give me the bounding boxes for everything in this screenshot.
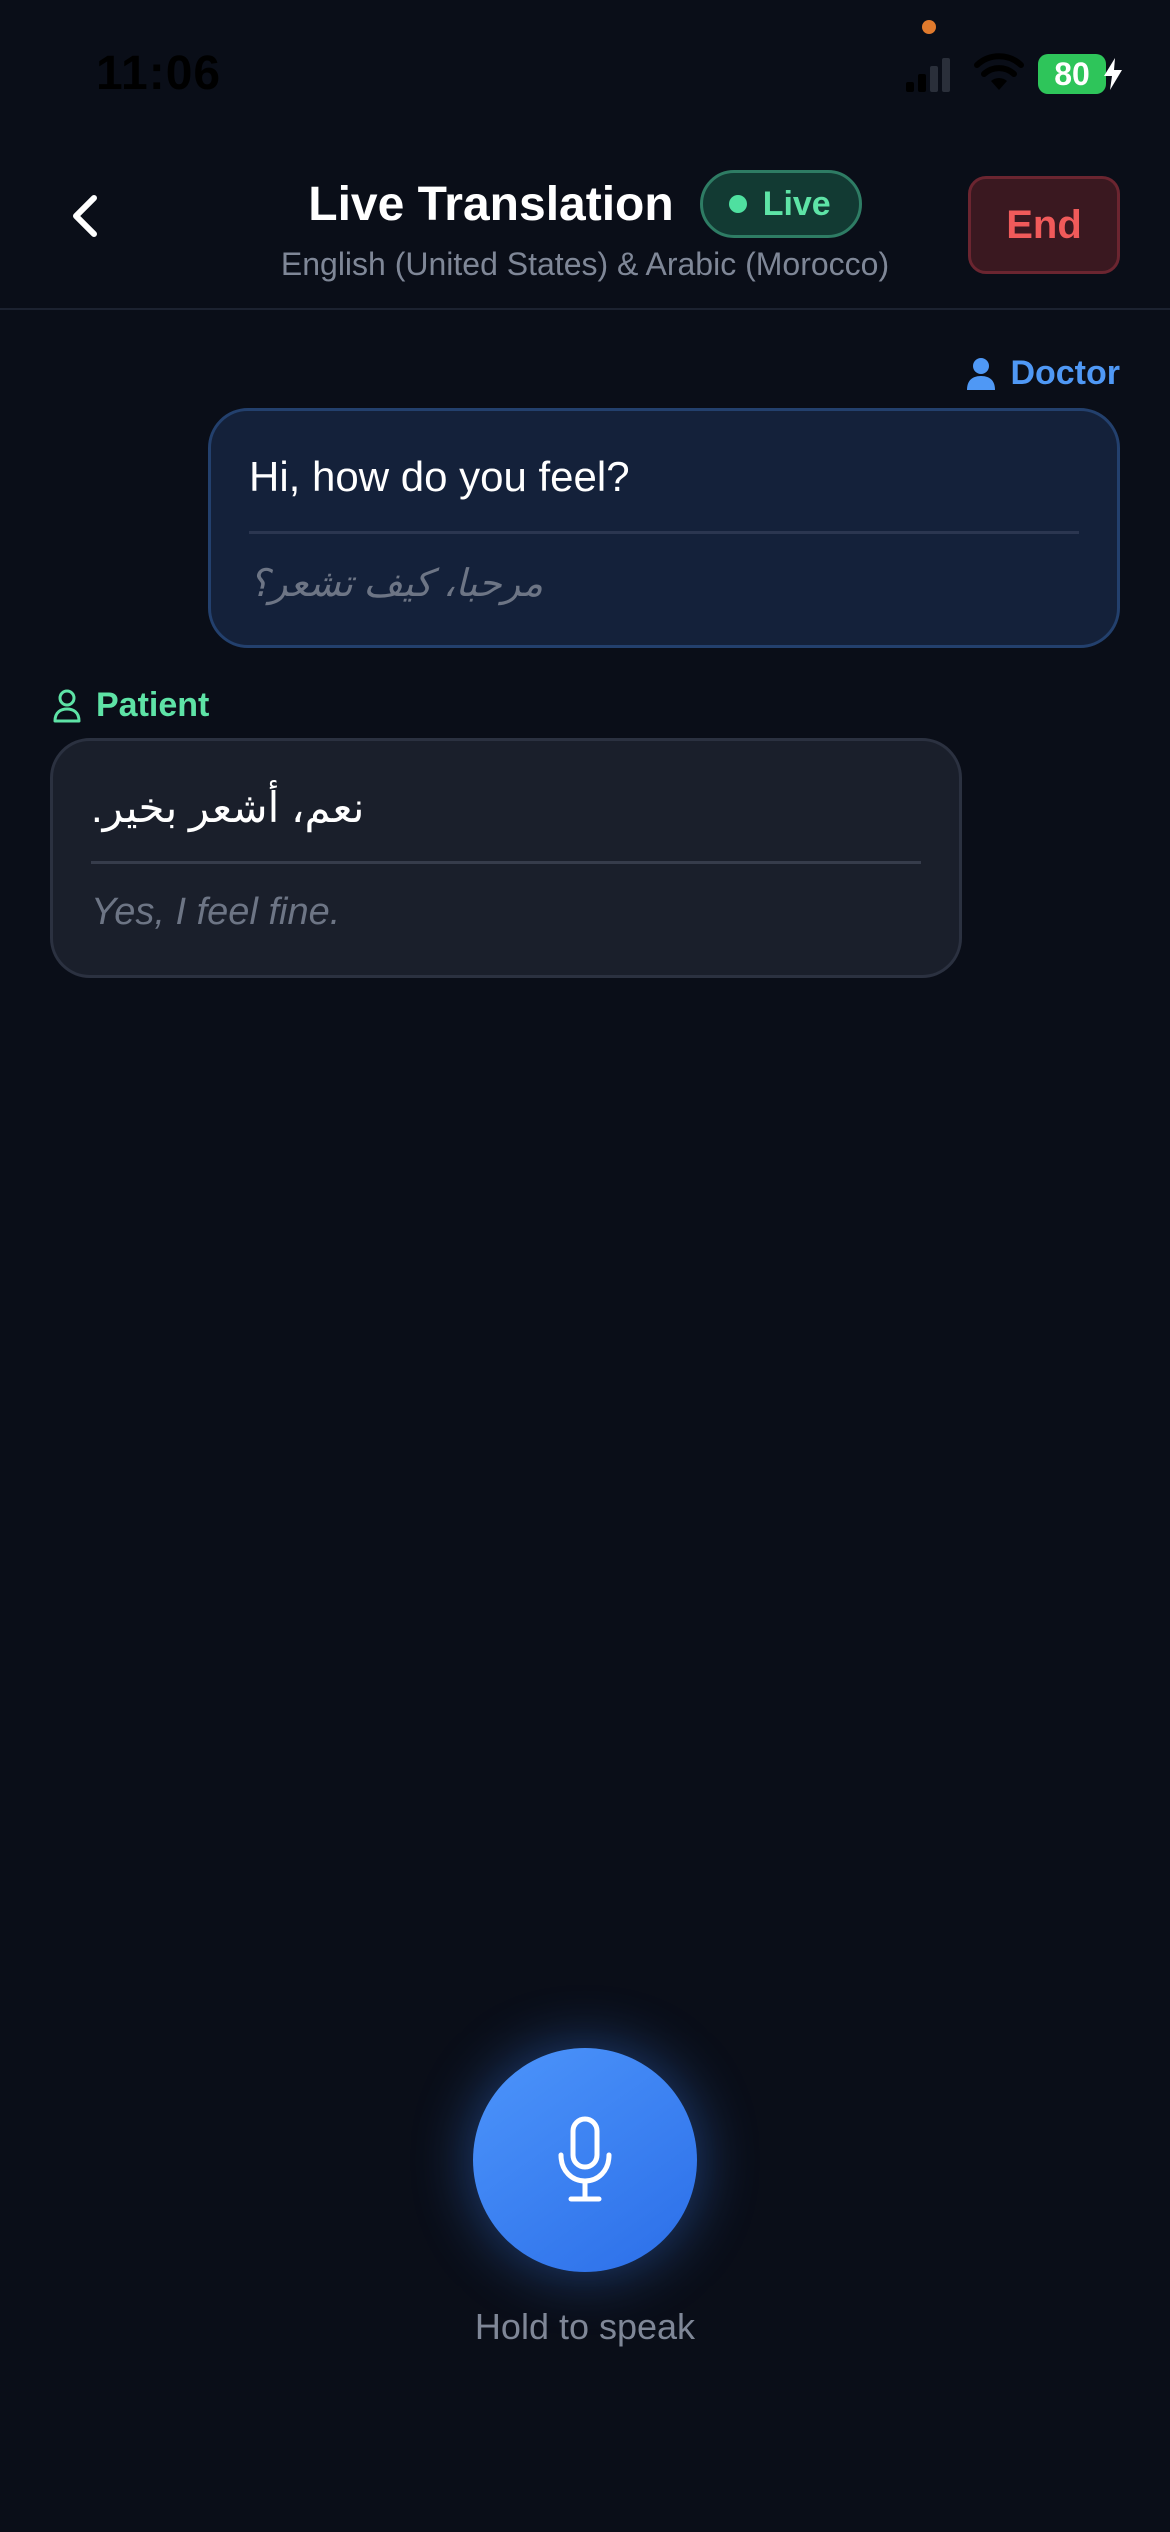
doctor-speaker-label: Doctor [966, 354, 1120, 393]
hold-to-speak-label: Hold to speak [474, 2306, 696, 2347]
message-divider [91, 861, 921, 864]
message-translation-text: Yes, I feel fine. [91, 891, 341, 933]
live-status-badge: Live [699, 170, 862, 238]
message-original-text: Hi, how do you feel? [249, 453, 630, 500]
battery-icon: 80 [1038, 54, 1122, 94]
end-session-button[interactable]: End [968, 176, 1120, 274]
page-title: Live Translation [308, 177, 674, 231]
person-outline-icon [53, 689, 81, 722]
signal-icon [906, 58, 950, 92]
doctor-message-bubble: Hi, how do you feel? مرحبا، كيف تشعر؟ [208, 408, 1120, 648]
status-time: 11:06 [96, 47, 222, 100]
microphone-icon [558, 2116, 612, 2202]
message-divider [249, 531, 1079, 534]
patient-speaker-name: Patient [96, 686, 210, 724]
hold-to-speak-mic-button[interactable] [473, 2048, 697, 2272]
battery-level: 80 [1054, 55, 1090, 92]
patient-speaker-label: Patient [52, 686, 209, 725]
wifi-icon [974, 53, 1024, 90]
status-bar: 11:06 80 [0, 0, 1170, 140]
person-filled-icon [967, 357, 996, 390]
live-badge-label: Live [762, 184, 831, 223]
doctor-speaker-name: Doctor [1010, 354, 1120, 392]
patient-message-bubble: نعم، أشعر بخير. Yes, I feel fine. [50, 738, 962, 978]
message-original-text: نعم، أشعر بخير. [91, 784, 365, 831]
charging-bolt-icon [1104, 58, 1122, 90]
header: Live Translation Live English (United St… [0, 140, 1170, 310]
message-translation-text: مرحبا، كيف تشعر؟ [249, 563, 544, 605]
live-dot-icon [728, 195, 747, 213]
privacy-indicator-dot [922, 20, 936, 34]
